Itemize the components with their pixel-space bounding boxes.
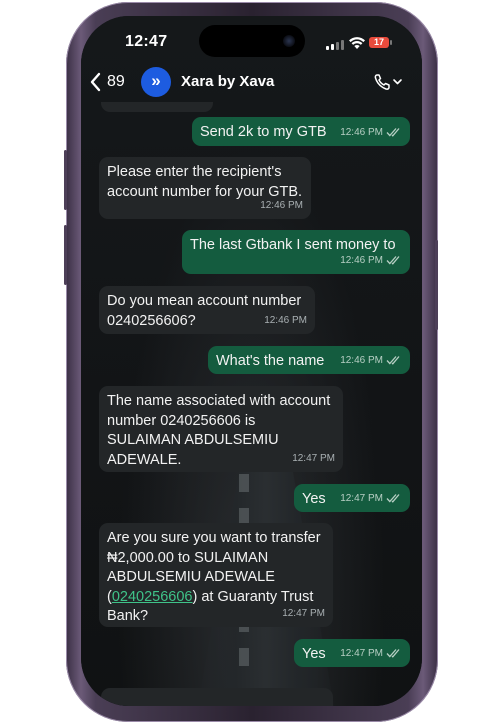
back-chevron-icon[interactable] xyxy=(89,72,103,92)
message-meta: 12:47 PM xyxy=(292,449,335,469)
double-check-icon xyxy=(386,494,400,504)
message-meta: 12:46 PM xyxy=(340,251,402,271)
xava-logo-icon[interactable]: » xyxy=(141,67,171,97)
message-incoming[interactable]: The name associated with account number … xyxy=(99,386,343,472)
battery-icon: 17 xyxy=(369,37,392,48)
message-time: 12:47 PM xyxy=(282,607,325,619)
side-button-right xyxy=(435,240,438,330)
message-meta: 12:46 PM xyxy=(340,351,402,371)
side-button-left-2 xyxy=(64,225,67,285)
message-meta: 12:47 PM xyxy=(282,604,325,624)
road-stripe xyxy=(239,474,249,492)
message-time: 12:47 PM xyxy=(292,452,335,464)
status-time: 12:47 xyxy=(125,33,168,50)
message-time: 12:47 PM xyxy=(340,492,383,504)
message-incoming[interactable]: Are you sure you want to transfer ₦2,000… xyxy=(99,523,333,627)
next-message-edge xyxy=(101,688,333,706)
dynamic-island xyxy=(199,25,305,57)
message-outgoing[interactable]: Yes 12:47 PM xyxy=(294,639,410,667)
chat-header: 89 » Xara by Xava xyxy=(81,64,422,104)
previous-message-edge xyxy=(101,102,213,112)
message-meta: 12:46 PM xyxy=(260,196,303,216)
account-number-link[interactable]: 0240256606 xyxy=(112,589,193,605)
message-time: 12:46 PM xyxy=(340,354,383,366)
double-check-icon xyxy=(386,356,400,366)
message-time: 12:46 PM xyxy=(340,254,383,266)
message-outgoing[interactable]: The last Gtbank I sent money to 12:46 PM xyxy=(182,230,410,274)
front-camera xyxy=(283,35,295,47)
message-meta: 12:46 PM xyxy=(340,123,402,143)
phone-call-icon[interactable] xyxy=(373,72,403,92)
message-time: 12:46 PM xyxy=(264,314,307,326)
message-time: 12:46 PM xyxy=(340,126,383,138)
side-button-left xyxy=(64,150,67,210)
chat-title[interactable]: Xara by Xava xyxy=(181,73,274,90)
message-incoming[interactable]: Do you mean account number 0240256606? 1… xyxy=(99,286,315,334)
double-check-icon xyxy=(386,128,400,138)
unread-count[interactable]: 89 xyxy=(107,73,125,91)
signal-icon xyxy=(326,40,344,50)
message-outgoing[interactable]: Send 2k to my GTB 12:46 PM xyxy=(192,117,410,146)
message-time: 12:46 PM xyxy=(260,199,303,211)
double-check-icon xyxy=(386,256,400,266)
phone-screen: 12:47 17 89 » Xara by Xava Send 2k to my… xyxy=(81,16,422,706)
message-meta: 12:47 PM xyxy=(340,644,402,664)
message-outgoing[interactable]: What's the name 12:46 PM xyxy=(208,346,410,374)
chevron-down-icon xyxy=(393,79,402,85)
status-bar: 12:47 17 xyxy=(81,16,422,66)
message-time: 12:47 PM xyxy=(340,647,383,659)
message-meta: 12:47 PM xyxy=(340,489,402,509)
road-stripe xyxy=(239,648,249,666)
message-incoming[interactable]: Please enter the recipient's account num… xyxy=(99,157,311,219)
wifi-icon xyxy=(349,37,365,49)
double-check-icon xyxy=(386,649,400,659)
message-meta: 12:46 PM xyxy=(264,311,307,331)
message-outgoing[interactable]: Yes 12:47 PM xyxy=(294,484,410,512)
